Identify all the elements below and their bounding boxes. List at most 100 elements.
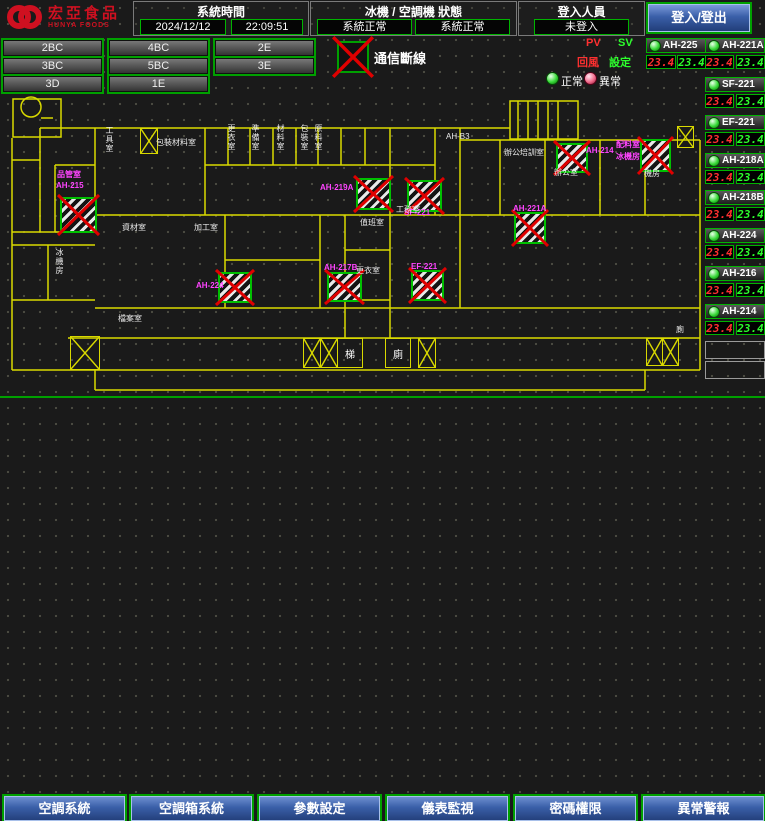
comm-loss-label: 通信斷線	[374, 48, 426, 67]
nav-button-ac-system[interactable]: 空調系統	[4, 796, 125, 821]
floor-button-1e[interactable]: 1E	[109, 76, 208, 92]
floor-button-4bc[interactable]: 4BC	[109, 40, 208, 56]
login-user-value: 未登入	[534, 19, 629, 35]
unit-name: AH-224	[722, 230, 756, 241]
ac-status-value: 系統正常	[415, 19, 510, 35]
room-label: 冰機房	[54, 248, 65, 275]
unit-header-ah-214[interactable]: AH-214	[705, 304, 765, 319]
equipment-tag: 品管室	[57, 169, 81, 180]
floor-button-2e[interactable]: 2E	[215, 40, 314, 56]
room-label: 值班室	[360, 217, 384, 228]
unit-sv-value: 23.4	[736, 283, 765, 297]
normal-led-icon	[546, 72, 559, 85]
room-label: 原料室	[313, 124, 324, 151]
room-label: 包裝室	[299, 124, 310, 151]
unit-name: AH-218B	[722, 192, 764, 203]
room-label: 包裝材料室	[156, 137, 196, 148]
setpoint-label: 設定	[609, 54, 631, 70]
unit-pv-value: 23.4	[705, 321, 734, 335]
ahu-comm-loss-icon[interactable]	[411, 270, 444, 301]
system-date-value: 2024/12/12	[140, 19, 226, 35]
empty-unit-slot	[705, 361, 765, 379]
ahu-comm-loss-icon[interactable]	[327, 272, 362, 302]
machine-status-section: 冰機 / 空調機 狀態 系統正常 系統正常	[310, 1, 517, 36]
floor-button-3e[interactable]: 3E	[215, 58, 314, 74]
room-label: 廁	[676, 324, 684, 335]
unit-sv-value: 23.4	[736, 321, 765, 335]
nav-button-alarm[interactable]: 異常警報	[643, 796, 764, 821]
unit-pv-value: 23.4	[646, 55, 676, 69]
unit-header-sf-221[interactable]: SF-221	[705, 77, 765, 92]
right-unit-list: AH-221A23.423.4SF-22123.423.4EF-22123.42…	[705, 0, 765, 426]
room-box: 梯	[337, 338, 363, 368]
unit-led-icon	[708, 268, 720, 280]
system-time-section: 系統時間 2024/12/12 22:09:51	[133, 1, 309, 36]
nav-button-meter-monitor[interactable]: 儀表監視	[387, 796, 508, 821]
unit-header-ef-221[interactable]: EF-221	[705, 115, 765, 130]
unit-name: AH-218A	[722, 155, 764, 166]
room-label: 辦公培訓室	[504, 147, 544, 158]
floor-button-3bc[interactable]: 3BC	[3, 58, 102, 74]
unit-pv-value: 23.4	[705, 132, 734, 146]
unit-sv-value: 23.4	[736, 207, 765, 221]
unit-led-icon	[708, 117, 720, 129]
shaft-box	[662, 338, 679, 366]
floor-button-3d[interactable]: 3D	[3, 76, 102, 92]
floor-button-5bc[interactable]: 5BC	[109, 58, 208, 74]
pv-label: PV	[586, 37, 601, 49]
ahu-comm-loss-icon[interactable]	[60, 197, 97, 233]
shaft-box	[303, 338, 321, 368]
room-label: 工務室	[396, 204, 420, 215]
unit-pv-value: 23.4	[705, 55, 734, 69]
equipment-tag: 冰機房	[616, 151, 640, 162]
unit-pv-value: 23.4	[705, 94, 734, 108]
shaft-box	[677, 126, 694, 148]
room-label: 更衣室	[226, 124, 237, 151]
unit-header-ah-221a[interactable]: AH-221A	[705, 38, 765, 53]
floor-button-2bc[interactable]: 2BC	[3, 40, 102, 56]
unit-led-icon	[708, 306, 720, 318]
unit-pv-value: 23.4	[705, 283, 734, 297]
unit-name: AH-214	[722, 306, 756, 317]
nav-button-ahu-system[interactable]: 空調箱系統	[131, 796, 252, 821]
comm-loss-icon	[337, 41, 369, 73]
room-label: 準備室	[250, 124, 261, 151]
unit-header-ah-218a[interactable]: AH-218A	[705, 153, 765, 168]
unit-header-ah-216[interactable]: AH-216	[705, 266, 765, 281]
room-label: 資材室	[122, 222, 146, 233]
unit-sv-value: 23.4	[736, 245, 765, 259]
unit-pv-value: 23.4	[705, 245, 734, 259]
logo-title: 宏亞食品	[48, 6, 120, 22]
room-label: 材料室	[275, 124, 286, 151]
unit-name: SF-221	[722, 79, 755, 90]
unit-led-icon	[649, 40, 661, 52]
unit-header-ah-224[interactable]: AH-224	[705, 228, 765, 243]
shaft-box	[70, 336, 100, 370]
room-label: 檔案室	[118, 313, 142, 324]
ahu-comm-loss-icon[interactable]	[356, 178, 391, 210]
room-label: 更衣室	[356, 265, 380, 276]
bottom-nav-bar: 空調系統空調箱系統參數設定儀表監視密碼權限異常警報	[0, 396, 765, 426]
unit-led-icon	[708, 192, 720, 204]
login-user-label: 登入人員	[519, 3, 644, 20]
unit-pv-value: 23.4	[705, 207, 734, 221]
abnormal-label: 異常	[599, 73, 621, 89]
equipment-tag: AH-214	[586, 146, 614, 155]
room-label: 加工室	[194, 222, 218, 233]
unit-led-icon	[708, 230, 720, 242]
equipment-tag: AH-219A	[320, 183, 353, 192]
ahu-comm-loss-icon[interactable]	[514, 212, 546, 244]
equipment-tag: AH-217B	[324, 263, 357, 272]
unit-sv-value: 23.4	[736, 94, 765, 108]
return-air-label: 回風	[577, 54, 599, 70]
nav-button-password-permission[interactable]: 密碼權限	[515, 796, 636, 821]
equipment-tag: AH-224	[196, 281, 224, 290]
unit-led-icon	[708, 40, 720, 52]
unit-name: EF-221	[722, 117, 755, 128]
nav-button-parameter-settings[interactable]: 參數設定	[259, 796, 380, 821]
logo-subtitle: HUNYA FOODS	[48, 22, 120, 29]
system-time-label: 系統時間	[134, 3, 308, 20]
unit-header-ah-225[interactable]: AH-225	[646, 38, 706, 53]
unit-header-ah-218b[interactable]: AH-218B	[705, 190, 765, 205]
abnormal-led-icon	[584, 72, 597, 85]
